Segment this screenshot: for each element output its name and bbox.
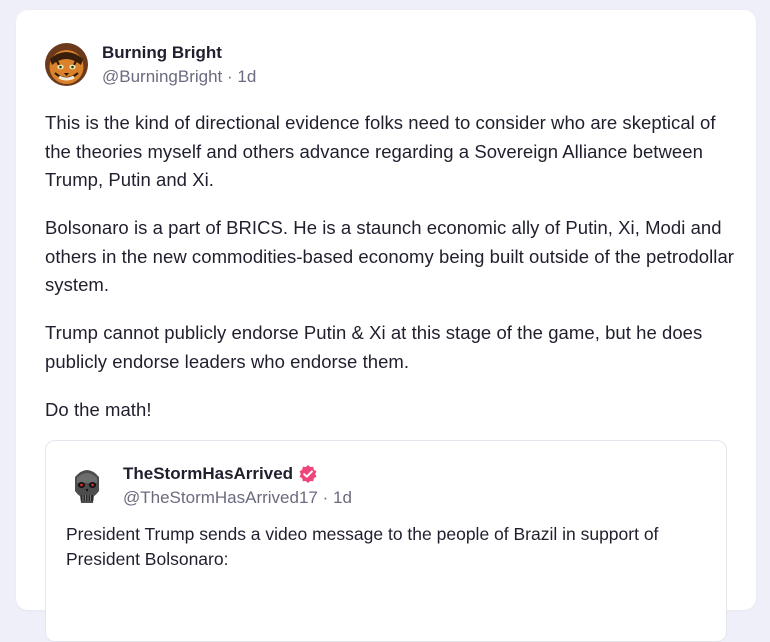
post-paragraph: Do the math! xyxy=(45,398,152,420)
quoted-post-timestamp[interactable]: 1d xyxy=(333,488,352,507)
punisher-skull-avatar-icon[interactable] xyxy=(66,465,108,507)
post-body: This is the kind of directional evidence… xyxy=(45,109,735,444)
author-info: Burning Bright @BurningBright · 1d xyxy=(102,42,256,87)
quoted-post-text: President Trump sends a video message to… xyxy=(66,524,659,569)
post-paragraph: Bolsonaro is a part of BRICS. He is a st… xyxy=(45,217,734,295)
author-handle-line: @BurningBright · 1d xyxy=(102,67,256,87)
author-handle[interactable]: @BurningBright xyxy=(102,67,222,86)
quoted-author-info: TheStormHasArrived @TheStormHasArrived17… xyxy=(123,463,352,508)
quoted-author-handle[interactable]: @TheStormHasArrived17 xyxy=(123,488,318,507)
separator-dot: · xyxy=(227,67,233,86)
separator-dot: · xyxy=(322,488,329,507)
post-timestamp[interactable]: 1d xyxy=(237,67,256,86)
author-display-name[interactable]: Burning Bright xyxy=(102,43,256,63)
post-header: Burning Bright @BurningBright · 1d xyxy=(45,42,256,87)
quoted-author-name-row: TheStormHasArrived xyxy=(123,464,352,484)
quoted-author-handle-line: @TheStormHasArrived17 · 1d xyxy=(123,488,352,508)
tiger-avatar-icon[interactable] xyxy=(45,43,88,86)
verified-badge-icon xyxy=(298,464,318,484)
post-paragraph: Trump cannot publicly endorse Putin & Xi… xyxy=(45,322,703,372)
quoted-post[interactable]: TheStormHasArrived @TheStormHasArrived17… xyxy=(45,440,727,642)
quoted-author-display-name[interactable]: TheStormHasArrived xyxy=(123,464,293,484)
quoted-post-header: TheStormHasArrived @TheStormHasArrived17… xyxy=(66,463,352,508)
post-paragraph: This is the kind of directional evidence… xyxy=(45,112,716,190)
post-card: Burning Bright @BurningBright · 1d This … xyxy=(16,10,756,642)
